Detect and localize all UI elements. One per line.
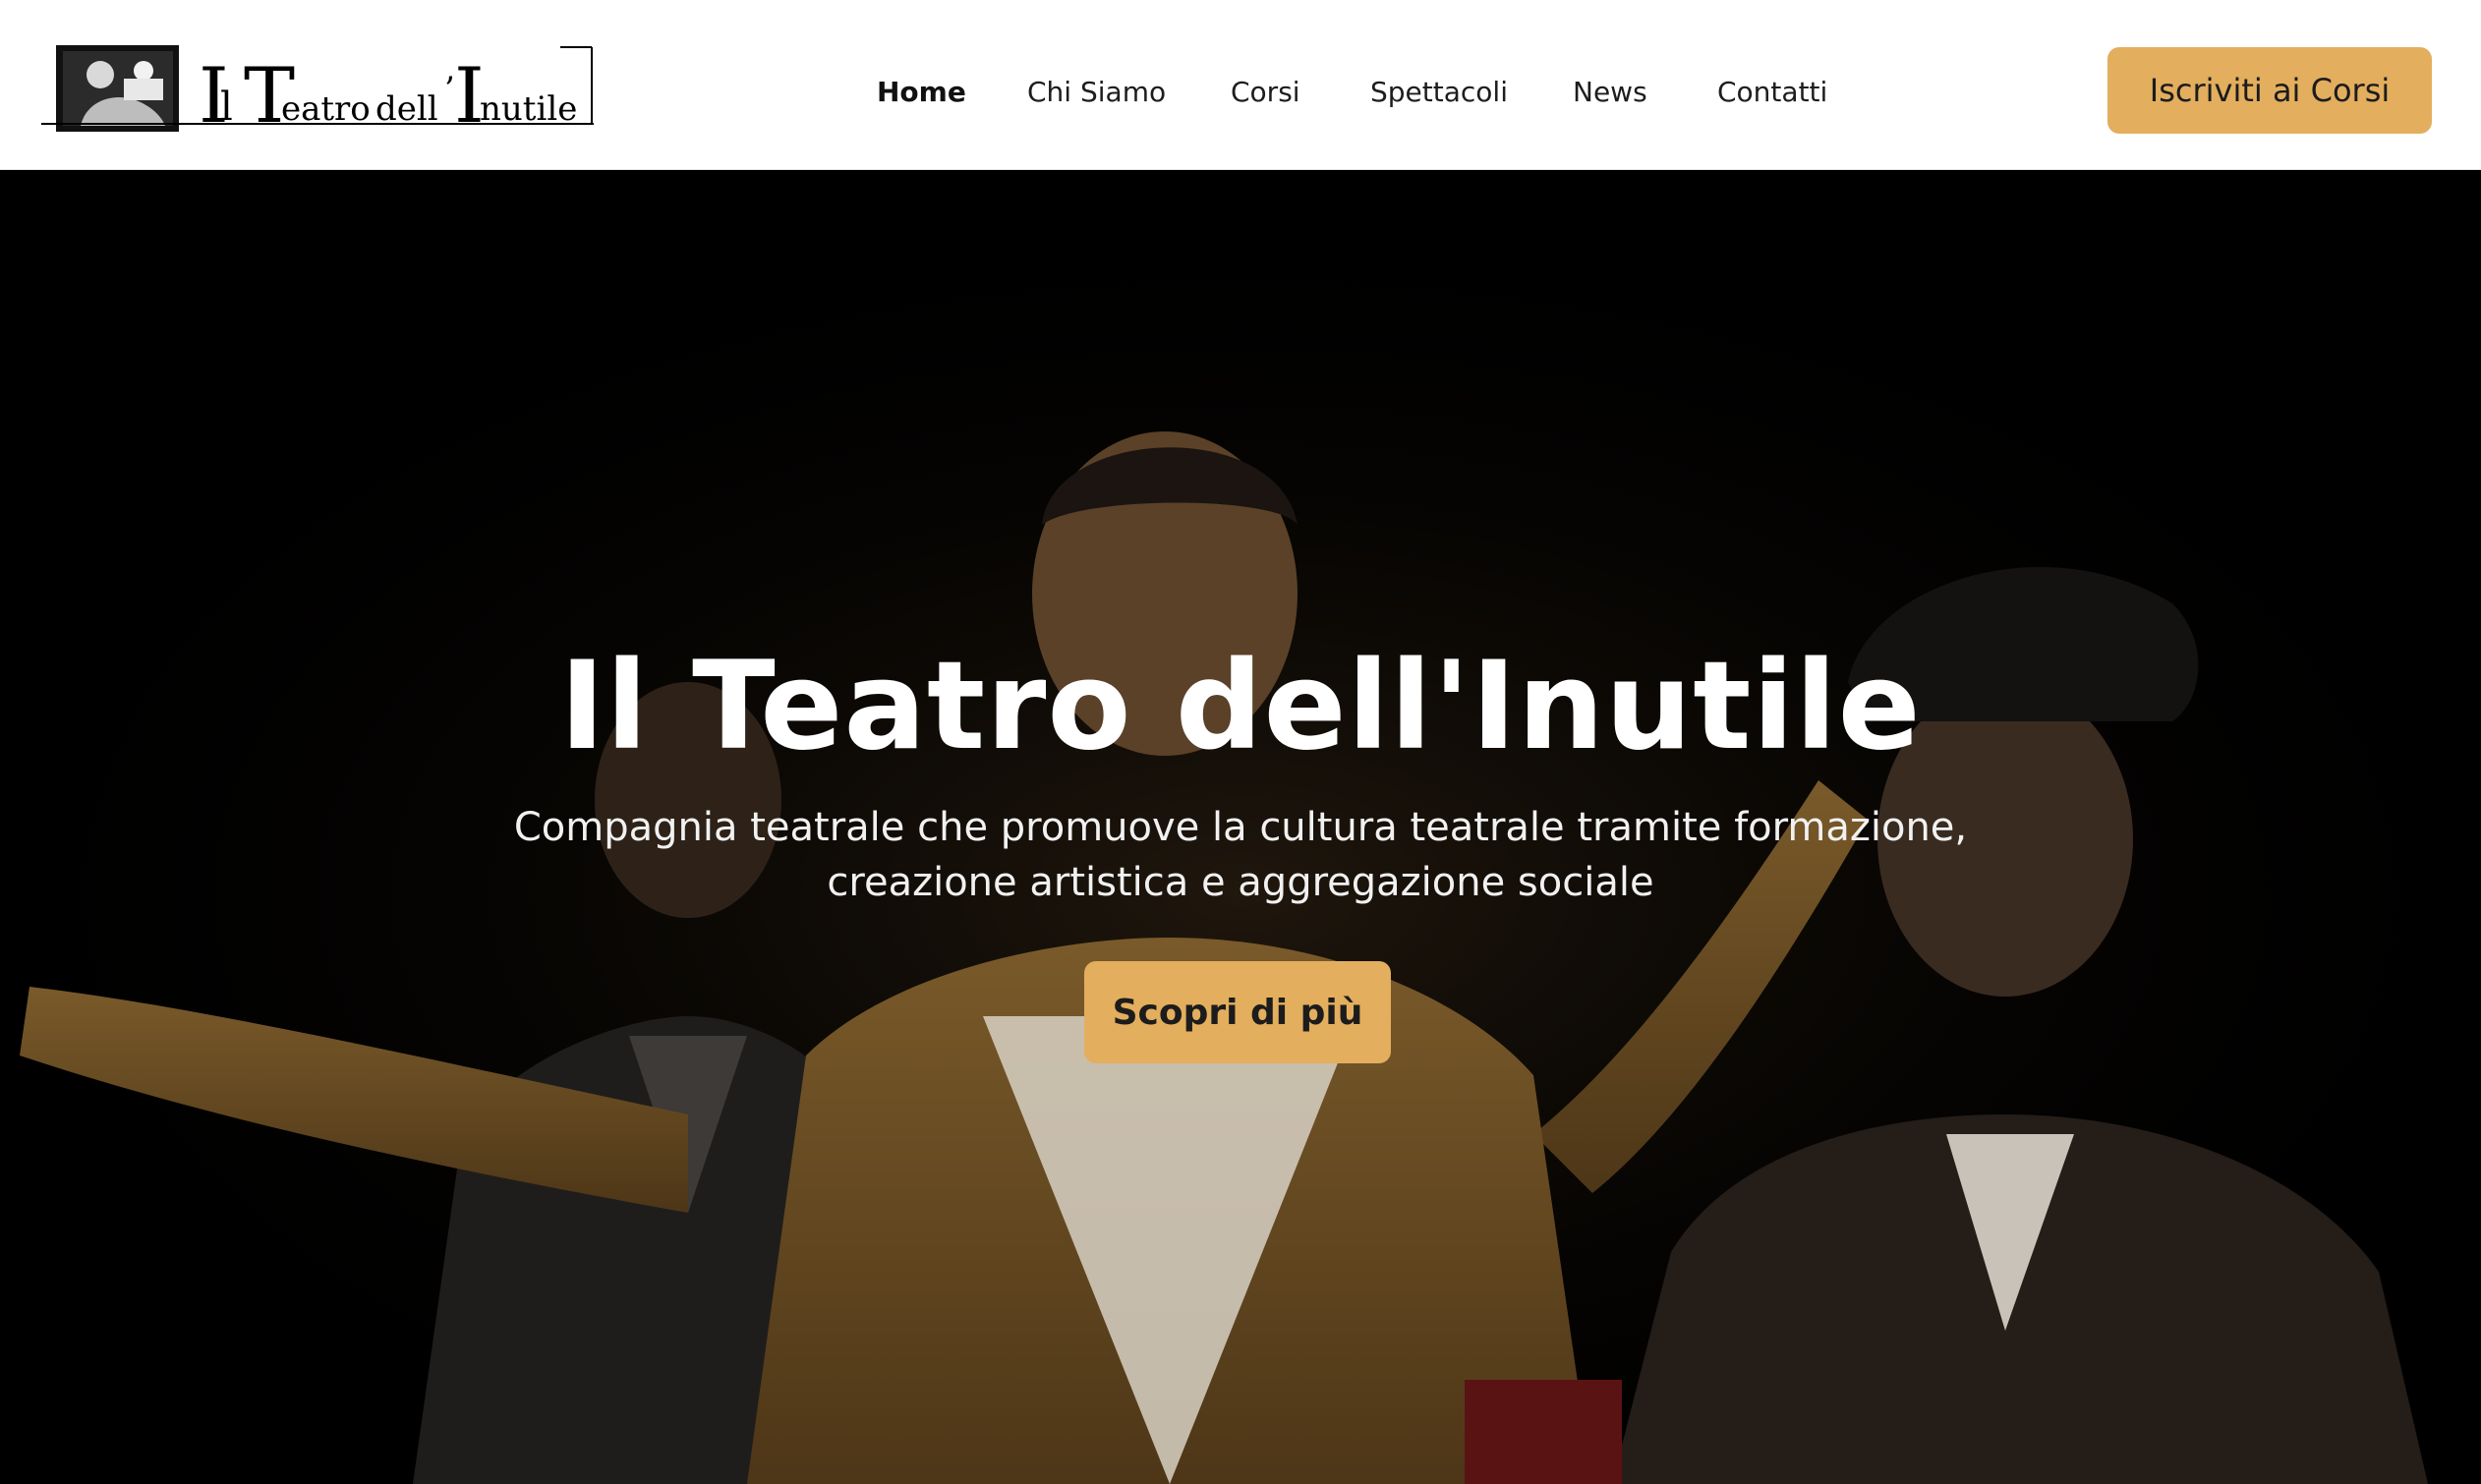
site-header: I l T eatro dell ’ I nutile Home Chi Sia… bbox=[0, 0, 2481, 170]
site-logo[interactable]: I l T eatro dell ’ I nutile bbox=[41, 41, 594, 134]
nav-item-contatti[interactable]: Contatti bbox=[1717, 71, 1827, 114]
svg-text:eatro: eatro bbox=[281, 89, 371, 129]
hero-section: Il Teatro dell'Inutile Compagnia teatral… bbox=[0, 171, 2481, 1484]
hero-subtitle-line-1: Compagnia teatrale che promuove la cultu… bbox=[513, 805, 1968, 850]
nav-item-corsi[interactable]: Corsi bbox=[1231, 71, 1300, 114]
discover-more-button[interactable]: Scopri di più bbox=[1084, 961, 1391, 1063]
hero-subtitle-line-2: creazione artistica e aggregazione socia… bbox=[827, 860, 1654, 905]
nav-item-chi-siamo[interactable]: Chi Siamo bbox=[1027, 71, 1166, 114]
svg-text:dell: dell bbox=[375, 89, 438, 129]
enroll-courses-button[interactable]: Iscriviti ai Corsi bbox=[2107, 47, 2432, 134]
hero-title: Il Teatro dell'Inutile bbox=[559, 636, 1922, 777]
nav-item-home[interactable]: Home bbox=[877, 71, 966, 114]
svg-text:l: l bbox=[220, 85, 233, 130]
svg-text:nutile: nutile bbox=[480, 89, 577, 129]
nav-item-spettacoli[interactable]: Spettacoli bbox=[1370, 71, 1508, 114]
hero-subtitle: Compagnia teatrale che promuove la cultu… bbox=[454, 800, 2027, 910]
nav-item-news[interactable]: News bbox=[1573, 71, 1647, 114]
